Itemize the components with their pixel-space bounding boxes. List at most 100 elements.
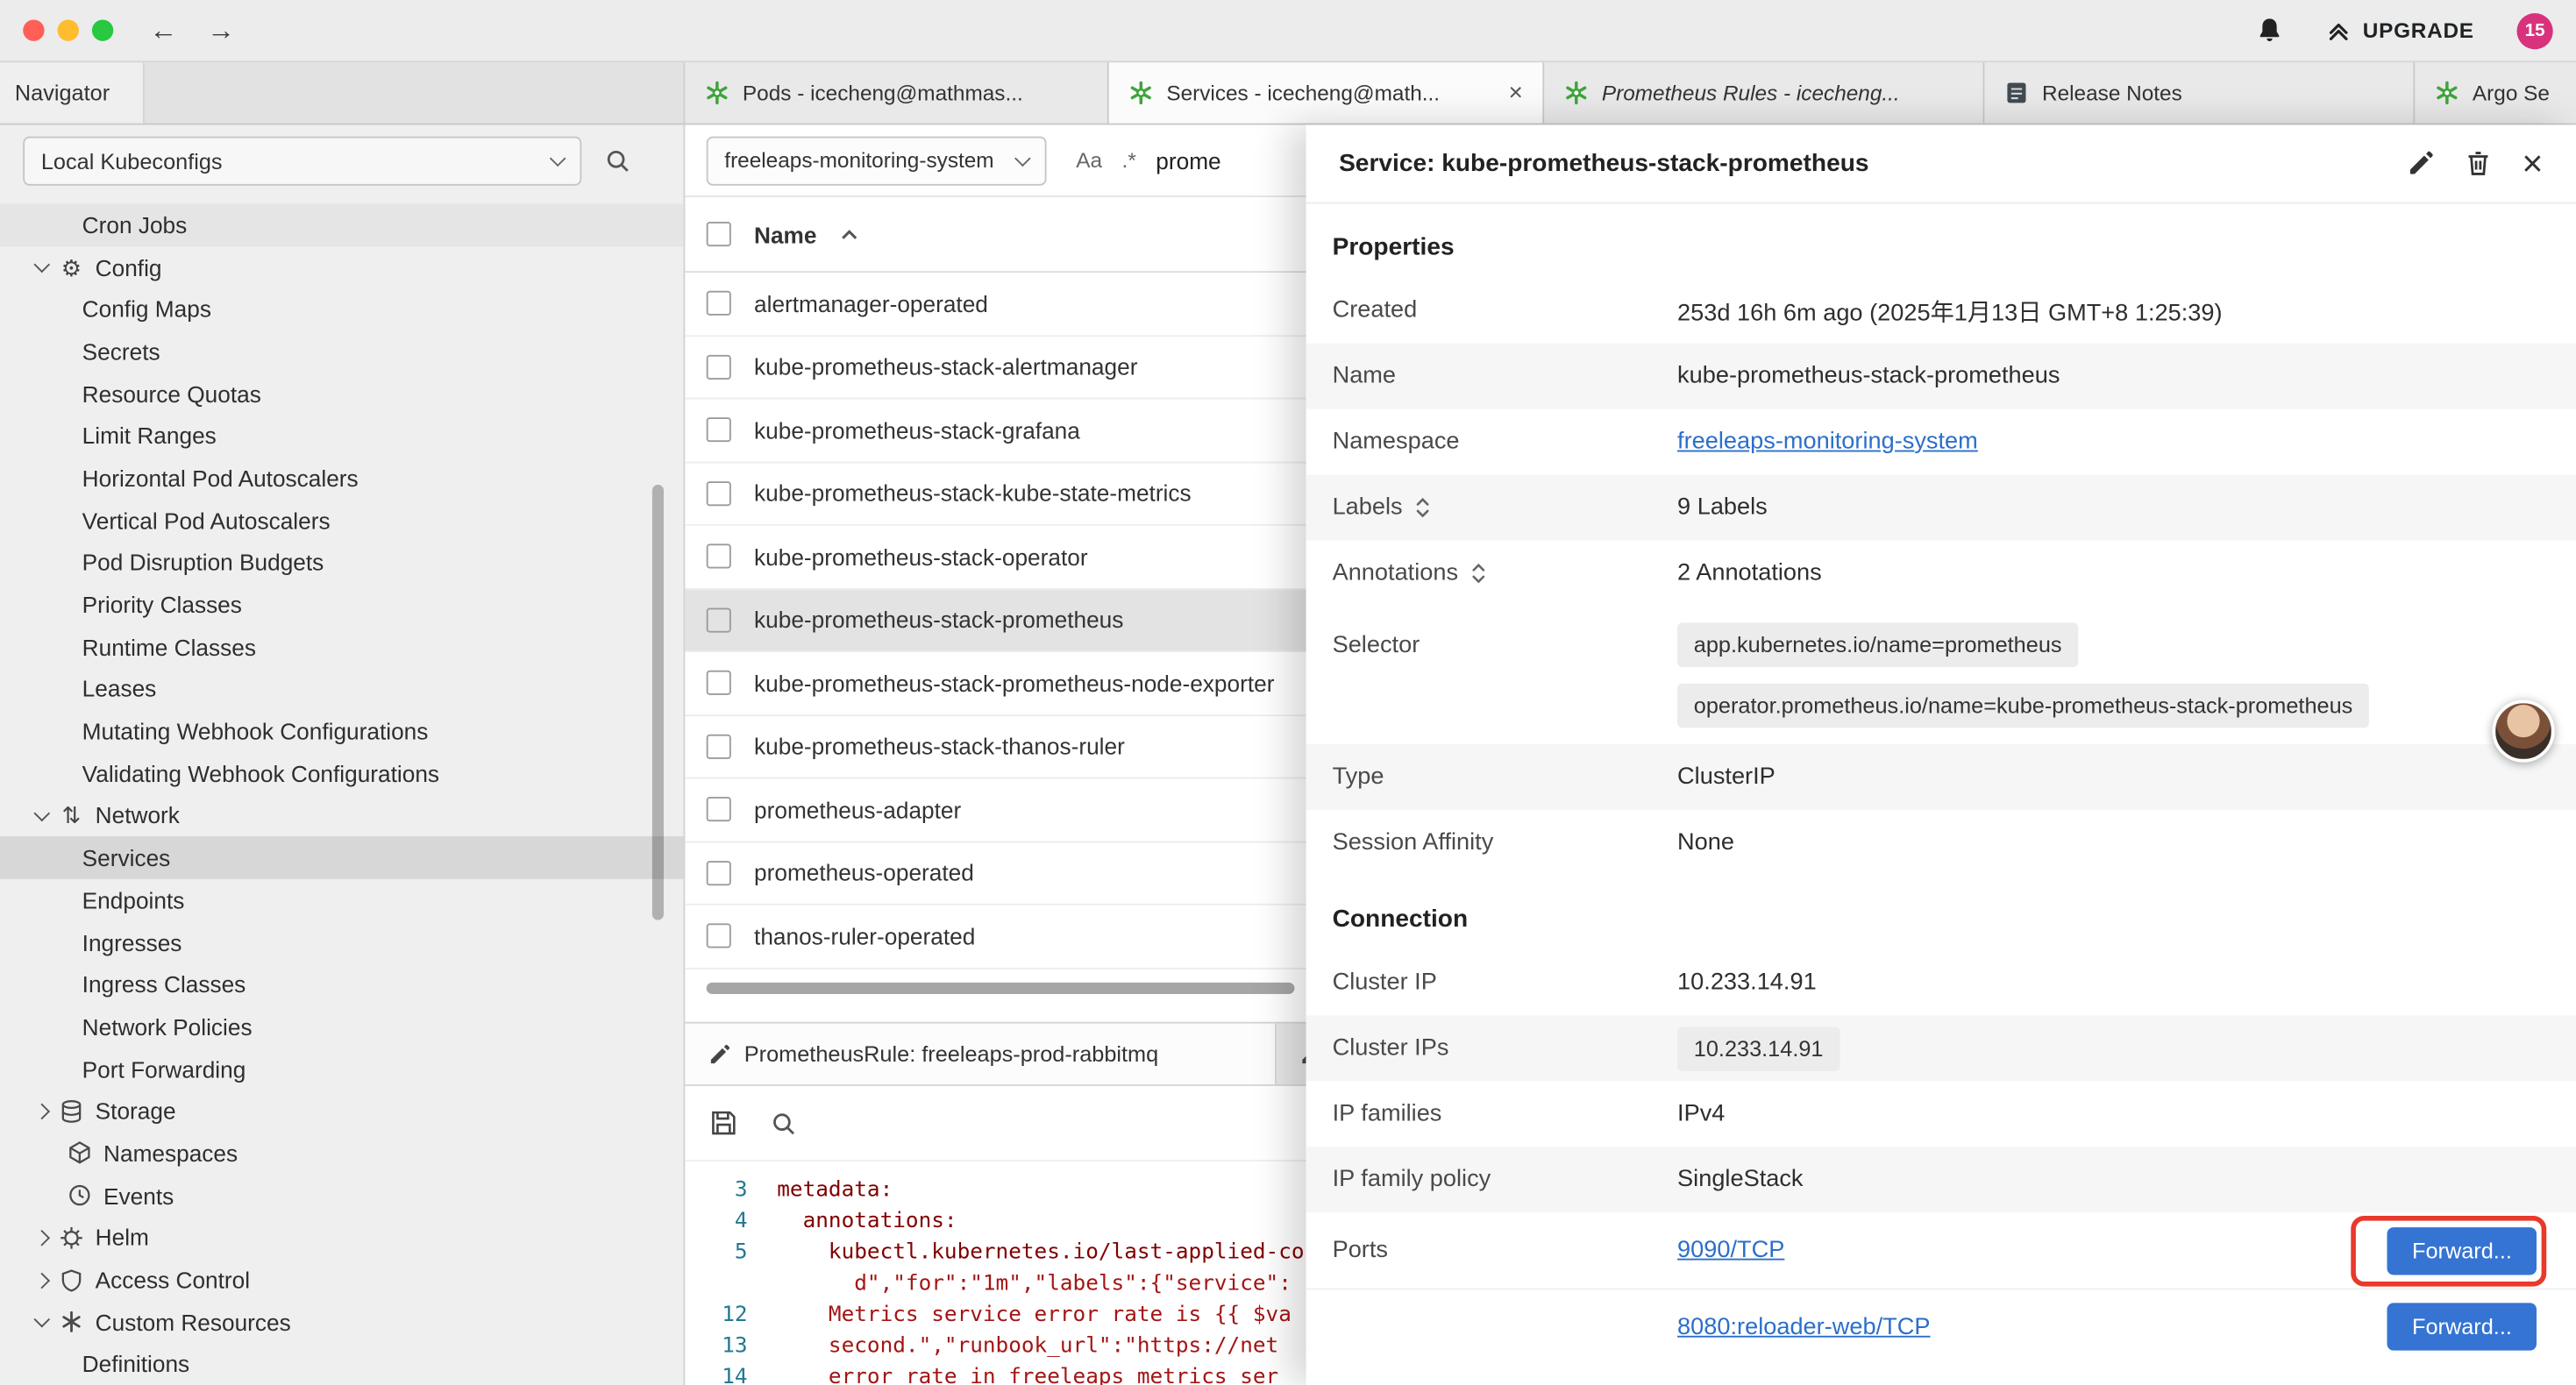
horizontal-scrollbar[interactable] bbox=[707, 983, 1295, 994]
sidebar-item-namespaces[interactable]: Namespaces bbox=[0, 1133, 683, 1175]
sidebar-item-access-control[interactable]: Access Control bbox=[0, 1259, 683, 1301]
sidebar-item-label: Leases bbox=[82, 676, 157, 702]
sidebar-item-definitions[interactable]: Definitions bbox=[0, 1343, 683, 1385]
sidebar-item-services[interactable]: Services bbox=[0, 837, 683, 879]
zoom-window-button[interactable] bbox=[92, 19, 113, 40]
sidebar-item-custom-resources[interactable]: Custom Resources bbox=[0, 1301, 683, 1343]
sidebar-item-helm[interactable]: Helm bbox=[0, 1217, 683, 1259]
regex-toggle[interactable]: .* bbox=[1122, 148, 1136, 173]
sidebar-item-endpoints[interactable]: Endpoints bbox=[0, 879, 683, 921]
row-checkbox[interactable] bbox=[707, 291, 731, 316]
back-button[interactable]: ← bbox=[150, 14, 178, 46]
dock-tab-prometheus-rule[interactable]: PrometheusRule: freeleaps-prod-rabbitmq bbox=[685, 1024, 1277, 1084]
kubeconfig-selector[interactable]: Local Kubeconfigs bbox=[23, 137, 581, 186]
sidebar-item-validating-webhook-configurations[interactable]: Validating Webhook Configurations bbox=[0, 752, 683, 794]
sidebar-item-label: Port Forwarding bbox=[82, 1055, 246, 1082]
namespace-filter-select[interactable]: freeleaps-monitoring-system bbox=[707, 136, 1047, 185]
storage-icon bbox=[59, 1098, 83, 1123]
row-checkbox[interactable] bbox=[707, 734, 731, 758]
row-checkbox[interactable] bbox=[707, 798, 731, 822]
search-icon[interactable] bbox=[605, 148, 631, 174]
tab-pods[interactable]: Pods - icecheng@mathmas... bbox=[685, 62, 1108, 123]
minimize-window-button[interactable] bbox=[58, 19, 79, 40]
forward-button-annotation: Forward... bbox=[2387, 1226, 2537, 1274]
sidebar-item-config-maps[interactable]: Config Maps bbox=[0, 288, 683, 330]
notification-count-badge[interactable]: 15 bbox=[2517, 12, 2553, 48]
tab-services[interactable]: Services - icecheng@math... × bbox=[1109, 62, 1545, 123]
cluster-icon bbox=[2435, 81, 2459, 105]
sidebar-item-network-policies[interactable]: Network Policies bbox=[0, 1005, 683, 1048]
sidebar-item-port-forwarding[interactable]: Port Forwarding bbox=[0, 1048, 683, 1090]
forward-port-button[interactable]: Forward... bbox=[2387, 1226, 2537, 1274]
sidebar-item-storage[interactable]: Storage bbox=[0, 1090, 683, 1132]
row-checkbox[interactable] bbox=[707, 544, 731, 569]
sort-ascending-icon[interactable] bbox=[840, 228, 859, 241]
connection-row-ip-families: IP families IPv4 bbox=[1306, 1081, 2576, 1147]
line-number bbox=[685, 1268, 777, 1300]
expand-collapse-icon[interactable] bbox=[1469, 562, 1486, 585]
close-detail-button[interactable]: × bbox=[2522, 146, 2543, 181]
service-detail-panel: Service: kube-prometheus-stack-prometheu… bbox=[1306, 124, 2576, 1385]
sidebar-item-leases[interactable]: Leases bbox=[0, 668, 683, 710]
sidebar-item-ingresses[interactable]: Ingresses bbox=[0, 921, 683, 963]
row-checkbox[interactable] bbox=[707, 924, 731, 948]
chevron-down-icon bbox=[34, 806, 51, 822]
sidebar-item-priority-classes[interactable]: Priority Classes bbox=[0, 584, 683, 626]
close-window-button[interactable] bbox=[23, 19, 44, 40]
forward-port-button[interactable]: Forward... bbox=[2387, 1303, 2537, 1350]
row-checkbox[interactable] bbox=[707, 481, 731, 506]
row-checkbox[interactable] bbox=[707, 354, 731, 379]
sidebar-item-mutating-webhook-configurations[interactable]: Mutating Webhook Configurations bbox=[0, 710, 683, 752]
expand-collapse-icon[interactable] bbox=[1414, 496, 1431, 519]
sidebar-scrollbar[interactable] bbox=[652, 485, 664, 920]
sidebar-item-limit-ranges[interactable]: Limit Ranges bbox=[0, 415, 683, 457]
select-all-checkbox[interactable] bbox=[707, 222, 731, 246]
service-name: kube-prometheus-stack-kube-state-metrics bbox=[754, 480, 1192, 507]
annotations-count[interactable]: 2 Annotations bbox=[1677, 560, 1822, 586]
navigator-tab[interactable]: Navigator bbox=[0, 62, 145, 123]
sidebar-item-secrets[interactable]: Secrets bbox=[0, 330, 683, 373]
upgrade-button[interactable]: UPGRADE bbox=[2327, 18, 2474, 43]
search-icon[interactable] bbox=[771, 1110, 797, 1136]
name-column-header[interactable]: Name bbox=[754, 221, 816, 247]
row-checkbox[interactable] bbox=[707, 671, 731, 695]
edit-button[interactable] bbox=[2407, 150, 2435, 178]
sidebar-item-label: Ingresses bbox=[82, 929, 182, 955]
port-link[interactable]: 9090/TCP bbox=[1677, 1237, 1784, 1263]
sidebar-item-pod-disruption-budgets[interactable]: Pod Disruption Budgets bbox=[0, 542, 683, 584]
list-search[interactable]: Aa .* prome bbox=[1076, 147, 1220, 174]
labels-count[interactable]: 9 Labels bbox=[1677, 494, 1768, 521]
sidebar-item-runtime-classes[interactable]: Runtime Classes bbox=[0, 626, 683, 668]
sidebar-item-config[interactable]: ⚙ Config bbox=[0, 246, 683, 288]
row-checkbox[interactable] bbox=[707, 418, 731, 443]
port-link[interactable]: 8080:reloader-web/TCP bbox=[1677, 1314, 1930, 1340]
avatar[interactable] bbox=[2492, 700, 2554, 762]
tab-label: Release Notes bbox=[2042, 81, 2182, 105]
close-tab-icon[interactable]: × bbox=[1496, 79, 1523, 107]
property-label: Created bbox=[1333, 297, 1677, 323]
row-checkbox[interactable] bbox=[707, 607, 731, 632]
forward-button[interactable]: → bbox=[207, 14, 235, 46]
sidebar-item-events[interactable]: Events bbox=[0, 1175, 683, 1217]
search-input[interactable]: prome bbox=[1156, 147, 1220, 174]
kubeconfig-selector-value: Local Kubeconfigs bbox=[41, 149, 223, 174]
tab-release-notes[interactable]: Release Notes bbox=[1984, 62, 2415, 123]
delete-button[interactable] bbox=[2465, 150, 2493, 178]
match-case-toggle[interactable]: Aa bbox=[1076, 148, 1102, 173]
sidebar-item-network[interactable]: ⇅ Network bbox=[0, 794, 683, 836]
sidebar-item-ingress-classes[interactable]: Ingress Classes bbox=[0, 963, 683, 1005]
sidebar-item-cron-jobs[interactable]: Cron Jobs bbox=[0, 203, 683, 245]
notifications-bell-icon[interactable] bbox=[2256, 17, 2284, 45]
detail-title: Service: kube-prometheus-stack-prometheu… bbox=[1339, 150, 1868, 178]
save-icon[interactable] bbox=[709, 1109, 737, 1137]
sidebar-item-horizontal-pod-autoscalers[interactable]: Horizontal Pod Autoscalers bbox=[0, 457, 683, 499]
tab-prometheus-rules[interactable]: Prometheus Rules - icecheng... bbox=[1544, 62, 1984, 123]
row-checkbox[interactable] bbox=[707, 861, 731, 885]
window-controls bbox=[23, 19, 113, 40]
namespace-link[interactable]: freeleaps-monitoring-system bbox=[1677, 429, 1978, 455]
tab-argo[interactable]: Argo Se bbox=[2415, 62, 2576, 123]
connection-row-ip-family-policy: IP family policy SingleStack bbox=[1306, 1147, 2576, 1212]
sidebar-item-resource-quotas[interactable]: Resource Quotas bbox=[0, 373, 683, 415]
property-row-labels: Labels 9 Labels bbox=[1306, 475, 2576, 541]
sidebar-item-vertical-pod-autoscalers[interactable]: Vertical Pod Autoscalers bbox=[0, 499, 683, 541]
